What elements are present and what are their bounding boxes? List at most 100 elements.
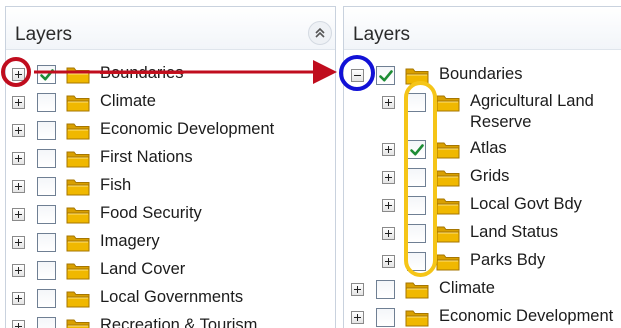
layer-checkbox[interactable] xyxy=(37,65,56,84)
folder-icon xyxy=(66,149,90,168)
folder-icon xyxy=(66,289,90,308)
layer-checkbox[interactable] xyxy=(407,168,426,187)
expand-icon[interactable] xyxy=(12,208,25,221)
layer-label: Boundaries xyxy=(100,64,184,82)
sublayer-row[interactable]: Land Status xyxy=(382,221,621,247)
layer-row[interactable]: Recreation & Tourism xyxy=(12,314,332,328)
layer-label: Fish xyxy=(100,176,132,194)
layer-checkbox[interactable] xyxy=(37,317,56,328)
folder-icon xyxy=(405,66,429,85)
expand-icon[interactable] xyxy=(12,180,25,193)
layer-row[interactable]: Climate xyxy=(12,90,332,116)
sublayer-row[interactable]: Grids xyxy=(382,165,621,191)
left-layers-panel: Layers Boundaries Climate Economic Develop… xyxy=(5,6,336,328)
expand-icon[interactable] xyxy=(12,68,25,81)
layer-row[interactable]: Economic Development xyxy=(12,118,332,144)
expand-icon[interactable] xyxy=(382,171,395,184)
layer-label: Local Govt Bdy xyxy=(470,195,582,213)
layer-label: Atlas xyxy=(470,139,507,157)
expand-icon[interactable] xyxy=(12,292,25,305)
sublayer-row[interactable]: Parks Bdy xyxy=(382,249,621,275)
layer-label: Food Security xyxy=(100,204,202,222)
folder-icon xyxy=(66,261,90,280)
layer-checkbox[interactable] xyxy=(407,93,426,112)
layer-row[interactable]: Economic Development xyxy=(351,305,621,328)
layer-label: First Nations xyxy=(100,148,193,166)
sublayer-row[interactable]: Agricultural Land Reserve xyxy=(382,90,621,138)
checkmark-icon xyxy=(379,70,393,82)
folder-icon xyxy=(66,93,90,112)
folder-icon xyxy=(66,121,90,140)
right-layers-panel: Layers Boundaries Agricultural Land Reser… xyxy=(343,6,621,328)
folder-icon xyxy=(436,140,460,159)
folder-icon xyxy=(66,177,90,196)
folder-icon xyxy=(405,280,429,299)
sublayer-row[interactable]: Local Govt Bdy xyxy=(382,193,621,219)
expand-icon[interactable] xyxy=(12,96,25,109)
expand-icon[interactable] xyxy=(12,124,25,137)
layer-checkbox[interactable] xyxy=(37,149,56,168)
expand-icon[interactable] xyxy=(382,227,395,240)
layer-row[interactable]: First Nations xyxy=(12,146,332,172)
expand-icon[interactable] xyxy=(12,320,25,328)
expand-icon[interactable] xyxy=(12,236,25,249)
layer-checkbox[interactable] xyxy=(37,93,56,112)
layer-checkbox[interactable] xyxy=(407,140,426,159)
layer-checkbox[interactable] xyxy=(37,205,56,224)
folder-icon xyxy=(66,65,90,84)
collapse-icon[interactable] xyxy=(351,69,364,82)
layer-row[interactable]: Local Governments xyxy=(12,286,332,312)
layer-row[interactable]: Land Cover xyxy=(12,258,332,284)
layer-checkbox[interactable] xyxy=(376,280,395,299)
folder-icon xyxy=(436,252,460,271)
expand-icon[interactable] xyxy=(382,199,395,212)
layer-checkbox[interactable] xyxy=(376,308,395,327)
layer-checkbox[interactable] xyxy=(37,177,56,196)
layer-checkbox[interactable] xyxy=(407,196,426,215)
layer-row[interactable]: Climate xyxy=(351,277,621,303)
folder-icon xyxy=(405,308,429,327)
layer-checkbox[interactable] xyxy=(37,261,56,280)
sublayer-row[interactable]: Atlas xyxy=(382,137,621,163)
panel-header: Layers xyxy=(344,7,621,50)
folder-icon xyxy=(436,168,460,187)
layer-checkbox[interactable] xyxy=(407,224,426,243)
layer-label: Parks Bdy xyxy=(470,251,546,269)
layer-label: Climate xyxy=(439,279,495,297)
layer-row[interactable]: Food Security xyxy=(12,202,332,228)
folder-icon xyxy=(436,224,460,243)
layer-checkbox[interactable] xyxy=(37,289,56,308)
double-chevron-up-icon xyxy=(315,27,325,38)
layer-label: Climate xyxy=(100,92,156,110)
expand-icon[interactable] xyxy=(12,264,25,277)
layer-label: Grids xyxy=(470,167,510,185)
expand-icon[interactable] xyxy=(382,255,395,268)
layer-row[interactable]: Fish xyxy=(12,174,332,200)
layer-label: Local Governments xyxy=(100,288,244,306)
folder-icon xyxy=(436,93,460,112)
layer-checkbox[interactable] xyxy=(37,121,56,140)
expand-icon[interactable] xyxy=(351,311,364,324)
expand-icon[interactable] xyxy=(382,143,395,156)
layer-label: Land Status xyxy=(470,223,559,241)
layer-label: Land Cover xyxy=(100,260,186,278)
layer-row[interactable]: Imagery xyxy=(12,230,332,256)
layer-row[interactable]: Boundaries xyxy=(12,62,332,88)
layer-checkbox[interactable] xyxy=(376,66,395,85)
layer-label: Economic Development xyxy=(439,307,614,325)
layer-label: Recreation & Tourism xyxy=(100,316,258,328)
folder-icon xyxy=(436,196,460,215)
layer-checkbox[interactable] xyxy=(407,252,426,271)
panel-header: Layers xyxy=(6,7,335,50)
expand-icon[interactable] xyxy=(351,283,364,296)
expand-icon[interactable] xyxy=(12,152,25,165)
panel-title: Layers xyxy=(15,24,73,45)
checkmark-icon xyxy=(410,144,424,156)
layer-label: Imagery xyxy=(100,232,160,250)
collapse-panel-button[interactable] xyxy=(308,21,332,45)
layer-checkbox[interactable] xyxy=(37,233,56,252)
layer-label: Economic Development xyxy=(100,120,275,138)
folder-icon xyxy=(66,233,90,252)
expand-icon[interactable] xyxy=(382,96,395,109)
layer-row-parent[interactable]: Boundaries xyxy=(351,63,621,89)
